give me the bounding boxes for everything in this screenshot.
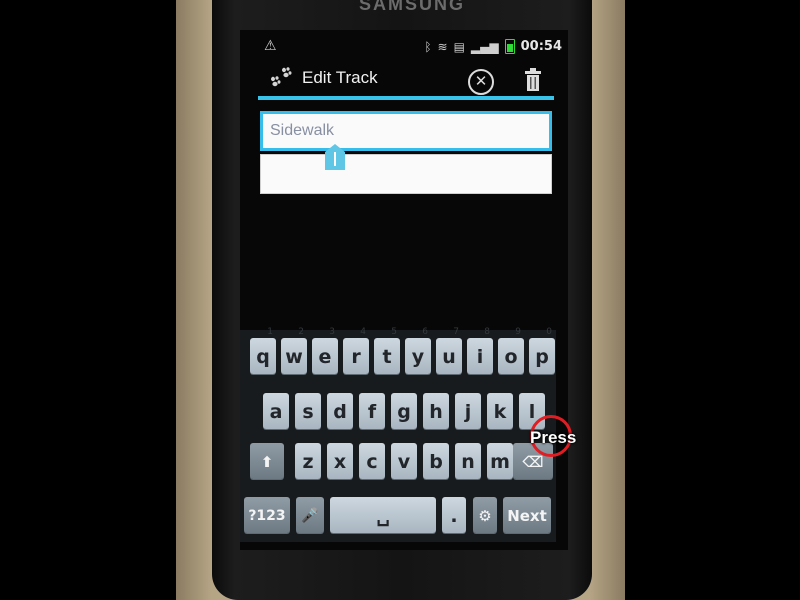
key-c[interactable]: c xyxy=(359,443,385,479)
space-key[interactable]: ␣ xyxy=(330,497,436,533)
page-title: Edit Track xyxy=(302,68,378,87)
key-k[interactable]: k xyxy=(487,393,513,429)
track-name-input[interactable]: Sidewalk xyxy=(260,111,552,151)
key-n[interactable]: n xyxy=(455,443,481,479)
status-bar: ⚠ ᛒ ≋ ▤ ▂▄▆ 00:54 xyxy=(262,36,562,62)
press-annotation-label: Press xyxy=(530,428,577,447)
key-w[interactable]: 2w xyxy=(281,327,307,374)
next-key[interactable]: Next xyxy=(503,497,551,533)
key-v[interactable]: v xyxy=(391,443,417,479)
warning-icon: ⚠ xyxy=(264,38,277,54)
key-f[interactable]: f xyxy=(359,393,385,429)
close-icon[interactable]: ✕ xyxy=(468,69,494,95)
key-i[interactable]: 8i xyxy=(467,327,493,374)
title-bar: Edit Track ✕ xyxy=(262,60,554,96)
key-e[interactable]: 3e xyxy=(312,327,338,374)
key-u[interactable]: 7u xyxy=(436,327,462,374)
key-a[interactable]: a xyxy=(263,393,289,429)
track-description-input[interactable] xyxy=(260,154,552,194)
text-cursor-handle[interactable] xyxy=(324,144,346,170)
key-j[interactable]: j xyxy=(455,393,481,429)
key-y[interactable]: 6y xyxy=(405,327,431,374)
signal-icon: ▂▄▆ xyxy=(470,39,499,54)
microphone-key[interactable]: 🎤 xyxy=(296,497,324,533)
key-g[interactable]: g xyxy=(391,393,417,429)
trash-icon[interactable] xyxy=(524,68,542,92)
battery-icon xyxy=(504,39,515,54)
status-icons: ᛒ ≋ ▤ ▂▄▆ 00:54 xyxy=(424,39,562,54)
key-m[interactable]: m xyxy=(487,443,513,479)
key-p[interactable]: 0p xyxy=(529,327,555,374)
key-x[interactable]: x xyxy=(327,443,353,479)
clock: 00:54 xyxy=(520,39,562,54)
period-key[interactable]: . xyxy=(442,497,466,533)
device-brand: SAMSUNG xyxy=(358,0,465,14)
settings-key[interactable]: ⚙ xyxy=(473,497,497,533)
key-h[interactable]: h xyxy=(423,393,449,429)
track-name-value: Sidewalk xyxy=(270,122,335,139)
key-t[interactable]: 5t xyxy=(374,327,400,374)
key-q[interactable]: 1q xyxy=(250,327,276,374)
title-divider xyxy=(258,96,554,100)
key-b[interactable]: b xyxy=(423,443,449,479)
bluetooth-icon: ᛒ xyxy=(424,39,432,54)
key-d[interactable]: d xyxy=(327,393,353,429)
sim-icon: ▤ xyxy=(453,39,465,54)
soft-keyboard: 1q 2w 3e 4r 5t 6y 7u 8i 9o 0p a s d f g … xyxy=(240,327,556,542)
shift-key[interactable]: ⬆ xyxy=(250,443,284,479)
paw-icon xyxy=(271,67,292,87)
key-r[interactable]: 4r xyxy=(343,327,369,374)
key-s[interactable]: s xyxy=(295,393,321,429)
wifi-icon: ≋ xyxy=(437,39,448,54)
key-o[interactable]: 9o xyxy=(498,327,524,374)
symbols-key[interactable]: ?123 xyxy=(244,497,290,533)
key-z[interactable]: z xyxy=(295,443,321,479)
